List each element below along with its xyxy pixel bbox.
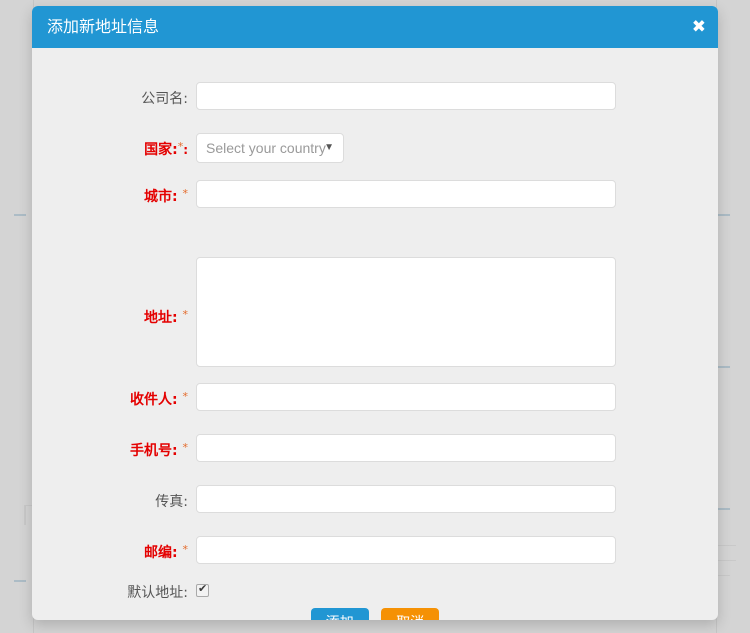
label-city: 城市: * [144,187,189,205]
fax-input[interactable] [196,485,616,513]
required-asterisk: * [182,390,189,403]
label-postcode: 邮编: * [144,543,189,561]
modal-body: 公司名: 国家:*: Select your country ▼ 城市: * 地… [32,48,718,620]
required-asterisk: * [177,140,184,153]
background-mark [14,580,26,582]
background-artifact [24,505,26,525]
postcode-input[interactable] [196,536,616,564]
page-title: 添加新地址信息 [47,17,160,36]
background-artifact [716,575,730,576]
background-artifact [716,560,736,561]
phone-input[interactable] [196,434,616,462]
background-mark [718,508,730,510]
city-input[interactable] [196,180,616,208]
required-asterisk: * [182,441,189,454]
label-company: 公司名: [141,91,188,107]
background-mark [718,366,730,368]
chevron-down-icon: ▼ [324,142,334,153]
label-phone: 手机号: * [130,441,189,459]
required-asterisk: * [182,543,189,556]
modal-footer: 添加 取消 [32,608,718,620]
label-default-address: 默认地址: [127,585,188,601]
company-name-input[interactable] [196,82,616,110]
background-mark [718,214,730,216]
address-textarea[interactable] [196,257,616,367]
cancel-button[interactable]: 取消 [381,608,440,620]
country-select[interactable]: Select your country ▼ [196,133,344,163]
default-address-checkbox[interactable] [196,582,209,597]
label-trailing-colon: : [183,143,188,157]
recipient-input[interactable] [196,383,616,411]
background-artifact [716,545,736,546]
close-icon[interactable]: ✖ [692,6,706,48]
label-address: 地址: * [144,308,189,326]
required-asterisk: * [182,308,189,321]
country-select-value: Select your country [206,140,326,156]
add-button[interactable]: 添加 [310,608,369,620]
label-fax: 传真: [155,494,188,510]
background-mark [14,214,26,216]
modal-header: 添加新地址信息 ✖ [32,6,718,48]
required-asterisk: * [182,187,189,200]
label-recipient: 收件人: * [130,390,189,408]
label-country: 国家:*: [144,140,188,158]
add-address-modal: 添加新地址信息 ✖ 公司名: 国家:*: Select your country… [32,6,718,620]
